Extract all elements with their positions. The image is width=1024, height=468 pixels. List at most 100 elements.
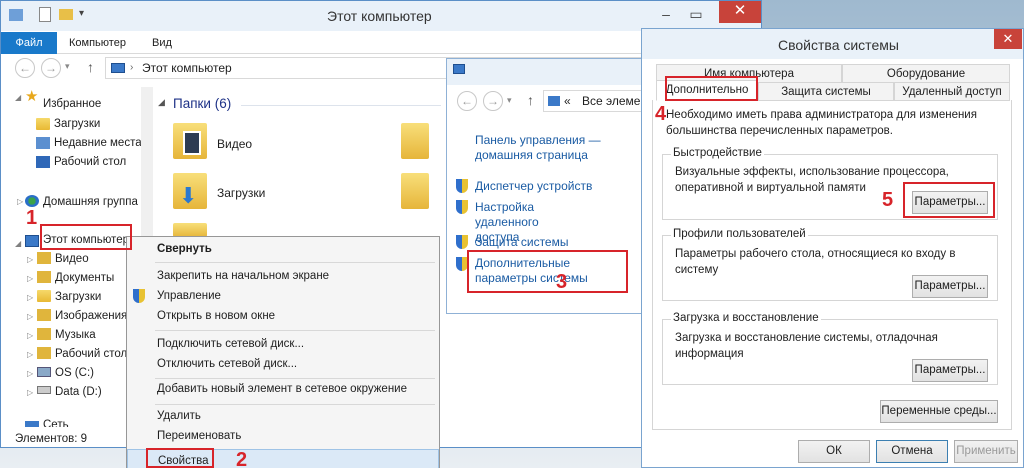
pictures-folder-icon[interactable] xyxy=(401,173,429,209)
expand-icon[interactable]: ▷ xyxy=(27,255,33,264)
chevron-down-icon[interactable]: ▾ xyxy=(79,8,84,19)
drive-c-icon xyxy=(37,367,51,377)
folder-label-downloads[interactable]: Загрузки xyxy=(217,186,265,200)
menu-item-rename[interactable]: Переименовать xyxy=(127,425,439,447)
menu-item-map-drive[interactable]: Подключить сетевой диск... xyxy=(127,333,439,355)
control-panel-icon xyxy=(548,96,560,106)
shield-icon xyxy=(456,235,468,249)
highlight-this-pc xyxy=(40,224,132,250)
forward-icon[interactable]: → xyxy=(41,58,61,78)
startup-settings-button[interactable]: Параметры... xyxy=(912,359,988,382)
sidebar-item-homegroup[interactable]: Домашняя группа xyxy=(43,193,138,211)
tab-computer[interactable]: Компьютер xyxy=(69,32,126,55)
sidebar-item-desktop-pc[interactable]: Рабочий стол xyxy=(55,345,127,363)
menu-item-disconnect-drive[interactable]: Отключить сетевой диск... xyxy=(127,353,439,375)
menu-item-pin-start[interactable]: Закрепить на начальном экране xyxy=(127,265,439,287)
documents-folder-icon[interactable] xyxy=(401,123,429,159)
properties-qat-icon[interactable] xyxy=(39,7,51,22)
sidebar-item-network[interactable]: Сеть xyxy=(43,417,69,427)
menu-item-open-new-window[interactable]: Открыть в новом окне xyxy=(127,305,439,327)
expand-icon[interactable]: ▷ xyxy=(27,274,33,283)
sidebar-item-drive-c[interactable]: OS (C:) xyxy=(55,364,94,382)
sidebar-item-pictures[interactable]: Изображения xyxy=(55,307,127,325)
film-strip-icon xyxy=(183,131,201,155)
profiles-settings-button[interactable]: Параметры... xyxy=(912,275,988,298)
folder-qat-icon[interactable] xyxy=(59,9,73,20)
explorer-titlebar: ▾ Этот компьютер – ▭ ✕ xyxy=(1,1,761,31)
expand-icon[interactable]: ◢ xyxy=(15,93,21,102)
maximize-icon[interactable]: ▭ xyxy=(685,6,707,24)
downloads-icon xyxy=(36,118,50,130)
menu-item-collapse[interactable]: Свернуть xyxy=(127,238,439,260)
system-protection-link[interactable]: Защита системы xyxy=(475,235,635,250)
sidebar-item-desktop[interactable]: Рабочий стол xyxy=(54,153,126,171)
environment-variables-button[interactable]: Переменные среды... xyxy=(880,400,998,423)
folder-icon[interactable] xyxy=(173,223,207,237)
control-panel-address-bar[interactable]: « Все элементы xyxy=(543,90,649,112)
navigation-pane: ◢ ★ Избранное Загрузки Недавние места Ра… xyxy=(1,87,142,427)
apply-button[interactable]: Применить xyxy=(954,440,1018,463)
qat-icon[interactable] xyxy=(9,9,23,21)
back-icon[interactable]: ← xyxy=(457,91,477,111)
network-icon xyxy=(25,421,39,427)
download-arrow-icon: ⬇ xyxy=(179,183,198,208)
folder-label-video[interactable]: Видео xyxy=(217,137,252,151)
sidebar-item-downloads[interactable]: Загрузки xyxy=(54,115,100,133)
sidebar-item-recent[interactable]: Недавние места xyxy=(54,134,142,152)
admin-note: Необходимо иметь права администратора дл… xyxy=(666,109,977,137)
startup-recovery-text: Загрузка и восстановление системы, отлад… xyxy=(675,332,938,360)
sidebar-item-music[interactable]: Музыка xyxy=(55,326,96,344)
cancel-button[interactable]: Отмена xyxy=(876,440,948,463)
sidebar-item-video[interactable]: Видео xyxy=(55,250,89,268)
device-manager-link[interactable]: Диспетчер устройств xyxy=(475,179,635,194)
expand-icon[interactable]: ▷ xyxy=(27,293,33,302)
highlight-performance-settings xyxy=(903,182,995,218)
user-profiles-text: Параметры рабочего стола, относящиеся ко… xyxy=(675,248,956,276)
callout-1: 1 xyxy=(26,207,38,229)
address-chevron-icon: › xyxy=(130,62,134,73)
expand-icon[interactable]: ▷ xyxy=(17,197,23,206)
tab-file[interactable]: Файл xyxy=(1,32,57,54)
forward-icon[interactable]: → xyxy=(483,91,503,111)
close-icon[interactable]: ✕ xyxy=(719,1,761,23)
expand-icon[interactable]: ▷ xyxy=(27,331,33,340)
collapse-icon[interactable]: ◢ xyxy=(15,239,21,248)
startup-recovery-legend: Загрузка и восстановление xyxy=(671,312,821,324)
expand-icon[interactable]: ▷ xyxy=(27,350,33,359)
status-item-count: Элементов: 9 xyxy=(15,433,88,445)
close-icon[interactable]: ✕ xyxy=(994,29,1022,49)
user-profiles-legend: Профили пользователей xyxy=(671,228,808,240)
sidebar-item-drive-d[interactable]: Data (D:) xyxy=(55,383,102,401)
shield-icon xyxy=(456,179,468,193)
up-icon[interactable]: ↑ xyxy=(527,92,534,108)
recent-locations-icon[interactable]: ▾ xyxy=(507,95,512,106)
tab-system-protection[interactable]: Защита системы xyxy=(758,82,894,101)
tab-view[interactable]: Вид xyxy=(152,32,172,55)
expand-icon[interactable]: ▷ xyxy=(27,388,33,397)
tab-hardware[interactable]: Оборудование xyxy=(842,64,1010,83)
context-menu: Свернуть Закрепить на начальном экране У… xyxy=(126,236,440,468)
collapse-group-icon[interactable]: ◢ xyxy=(158,97,165,108)
downloads-folder-icon xyxy=(37,290,51,302)
control-panel-titlebar xyxy=(447,59,647,85)
documents-folder-icon xyxy=(37,271,51,283)
menu-item-manage[interactable]: Управление xyxy=(127,285,439,307)
ok-button[interactable]: ОК xyxy=(798,440,870,463)
callout-4: 4 xyxy=(655,103,667,125)
recent-locations-icon[interactable]: ▾ xyxy=(65,61,70,72)
expand-icon[interactable]: ▷ xyxy=(27,369,33,378)
minimize-icon[interactable]: – xyxy=(655,6,677,24)
up-icon[interactable]: ↑ xyxy=(87,59,94,75)
performance-legend: Быстродействие xyxy=(671,147,764,159)
sidebar-item-documents[interactable]: Документы xyxy=(55,269,114,287)
control-panel-home-link[interactable]: Панель управления — домашняя страница xyxy=(475,133,625,163)
folders-header: Папки (6) xyxy=(173,96,232,111)
callout-2: 2 xyxy=(236,449,248,468)
back-icon[interactable]: ← xyxy=(15,58,35,78)
menu-item-add-network-location[interactable]: Добавить новый элемент в сетевое окружен… xyxy=(127,378,439,400)
expand-icon[interactable]: ▷ xyxy=(27,312,33,321)
sidebar-item-favorites[interactable]: Избранное xyxy=(43,95,101,113)
sidebar-item-downloads-pc[interactable]: Загрузки xyxy=(55,288,101,306)
tab-remote[interactable]: Удаленный доступ xyxy=(894,82,1010,101)
menu-item-delete[interactable]: Удалить xyxy=(127,405,439,427)
